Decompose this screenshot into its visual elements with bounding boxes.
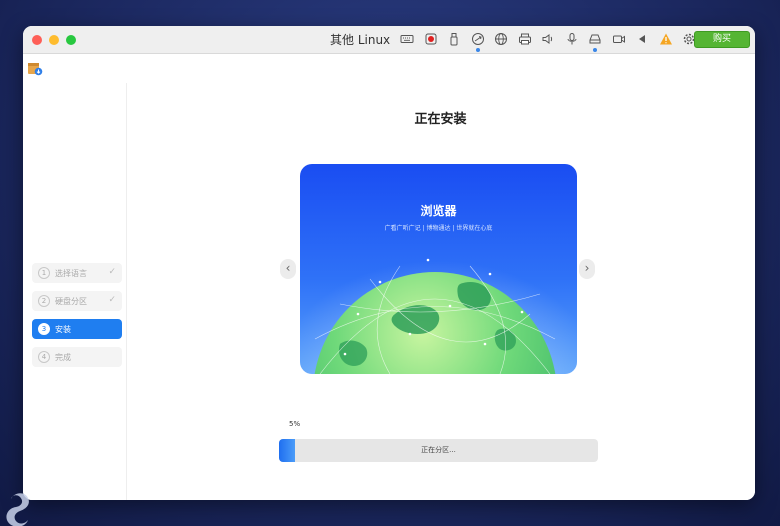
- play-icon[interactable]: [634, 31, 650, 47]
- progress-percent: 5%: [289, 420, 301, 428]
- globe-illustration: [300, 249, 577, 374]
- window-controls: [32, 34, 76, 45]
- step-disk-partition: 2 硬盘分区 ✓: [32, 291, 122, 311]
- next-slide-button[interactable]: ›: [579, 259, 595, 279]
- step-install: 3 安装: [32, 319, 122, 339]
- toolbar-icons: [399, 31, 705, 52]
- usb-icon[interactable]: [446, 31, 462, 47]
- step-label: 选择语言: [55, 268, 87, 278]
- steps-sidebar: 1 选择语言 ✓ 2 硬盘分区 ✓ 3 安装 4 完成: [23, 83, 127, 500]
- step-number: 2: [38, 295, 50, 307]
- parallels-logo: [6, 493, 29, 526]
- step-number: 4: [38, 351, 50, 363]
- minimize-window-button[interactable]: [49, 34, 59, 45]
- title-bar: 其他 Linux 购买: [23, 26, 755, 54]
- step-select-language: 1 选择语言 ✓: [32, 263, 122, 283]
- installer-content: 1 选择语言 ✓ 2 硬盘分区 ✓ 3 安装 4 完成 正在安装 ‹ › 浏览器…: [23, 83, 755, 500]
- progress-status: 正在分区...: [421, 446, 456, 454]
- active-indicator: [475, 48, 480, 52]
- sync-icon[interactable]: [470, 31, 486, 52]
- installer-app-icon[interactable]: [27, 60, 43, 76]
- prev-slide-button[interactable]: ‹: [280, 259, 296, 279]
- check-icon: ✓: [108, 295, 116, 305]
- warning-icon[interactable]: [658, 31, 674, 47]
- keyboard-icon[interactable]: [399, 31, 415, 47]
- drive-icon[interactable]: [587, 31, 603, 52]
- buy-button[interactable]: 购买: [694, 31, 750, 48]
- promo-slide: 浏览器 广看广听广记 | 博物通达 | 世界就在心底: [300, 164, 577, 374]
- step-finish: 4 完成: [32, 347, 122, 367]
- step-number: 3: [38, 323, 50, 335]
- install-progress-bar: 正在分区...: [279, 439, 598, 462]
- step-label: 安装: [55, 324, 71, 334]
- step-number: 1: [38, 267, 50, 279]
- active-indicator: [593, 48, 597, 52]
- step-label: 完成: [55, 352, 71, 362]
- page-title: 正在安装: [414, 112, 467, 127]
- speaker-icon[interactable]: [540, 31, 556, 47]
- maximize-window-button[interactable]: [66, 34, 76, 45]
- slide-subtitle: 广看广听广记 | 博物通达 | 世界就在心底: [384, 225, 493, 232]
- microphone-icon[interactable]: [564, 31, 580, 47]
- vm-name: 其他 Linux: [330, 33, 391, 47]
- slide-title: 浏览器: [420, 204, 457, 218]
- camera-icon[interactable]: [611, 31, 627, 47]
- close-window-button[interactable]: [32, 34, 42, 45]
- printer-icon[interactable]: [517, 31, 533, 47]
- check-icon: ✓: [108, 267, 116, 277]
- vm-window: 其他 Linux 购买 1 选择语言 ✓ 2 硬盘分区 ✓ 3 安装 4 完成 …: [23, 26, 755, 500]
- step-label: 硬盘分区: [55, 296, 87, 306]
- app-toolbar: [23, 54, 755, 84]
- record-icon[interactable]: [423, 31, 439, 47]
- globe-icon[interactable]: [493, 31, 509, 47]
